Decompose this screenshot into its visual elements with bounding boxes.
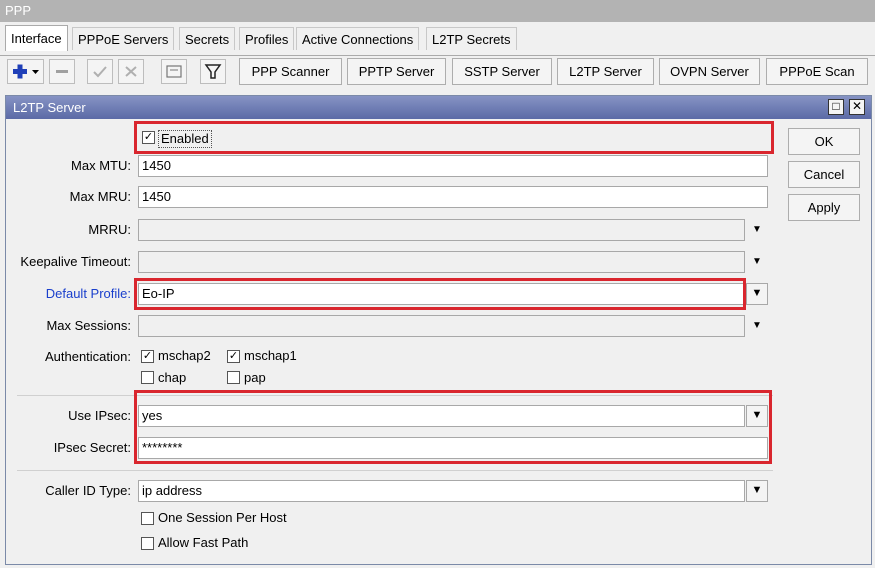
highlight-box	[134, 121, 774, 154]
pap-label: pap	[244, 370, 266, 385]
separator	[17, 470, 773, 471]
mschap1-label: mschap1	[244, 348, 297, 363]
max-mtu-label: Max MTU:	[71, 158, 131, 173]
keepalive-timeout-label: Keepalive Timeout:	[20, 254, 131, 269]
tab-interface[interactable]: Interface	[5, 25, 68, 51]
max-sessions-label: Max Sessions:	[46, 318, 131, 333]
one-session-label: One Session Per Host	[158, 510, 287, 525]
cancel-button[interactable]: Cancel	[788, 161, 860, 188]
mschap1-checkbox[interactable]: ✓	[227, 350, 240, 363]
caller-id-type-label: Caller ID Type:	[45, 483, 131, 498]
keepalive-timeout-input[interactable]	[138, 251, 745, 273]
ppp-scanner-button[interactable]: PPP Scanner	[239, 58, 342, 85]
caller-id-type-select[interactable]: ip address	[138, 480, 745, 502]
mrru-dropdown-icon[interactable]: ▼	[750, 219, 764, 241]
pptp-server-button[interactable]: PPTP Server	[347, 58, 446, 85]
ok-button[interactable]: OK	[788, 128, 860, 155]
close-icon[interactable]: ✕	[849, 99, 865, 115]
pap-checkbox[interactable]	[227, 371, 240, 384]
tab-active-connections[interactable]: Active Connections	[296, 27, 420, 50]
pppoe-scan-button[interactable]: PPPoE Scan	[766, 58, 868, 85]
dialog-title: L2TP Server	[6, 96, 871, 119]
tab-secrets[interactable]: Secrets	[179, 27, 236, 50]
window-title: PPP	[0, 0, 875, 22]
fast-path-checkbox[interactable]	[141, 537, 154, 550]
tab-profiles[interactable]: Profiles	[239, 27, 295, 50]
mschap2-checkbox[interactable]: ✓	[141, 350, 154, 363]
mschap2-label: mschap2	[158, 348, 211, 363]
l2tp-server-button[interactable]: L2TP Server	[557, 58, 654, 85]
default-profile-dropdown-icon[interactable]: ▼	[746, 283, 768, 305]
highlight-box	[134, 390, 772, 464]
apply-button[interactable]: Apply	[788, 194, 860, 221]
ovpn-server-button[interactable]: OVPN Server	[659, 58, 760, 85]
fast-path-label: Allow Fast Path	[158, 535, 249, 550]
max-mru-input[interactable]: 1450	[138, 186, 768, 208]
filter-icon[interactable]	[200, 59, 226, 84]
mrru-input[interactable]	[138, 219, 745, 241]
use-ipsec-label: Use IPsec:	[68, 408, 131, 423]
tab-pppoe-servers[interactable]: PPPoE Servers	[72, 27, 175, 50]
remove-icon[interactable]	[49, 59, 75, 84]
max-sessions-input[interactable]	[138, 315, 745, 337]
add-icon[interactable]	[7, 59, 44, 84]
keepalive-dropdown-icon[interactable]: ▼	[750, 251, 764, 273]
enable-icon[interactable]	[87, 59, 113, 84]
comment-icon[interactable]	[161, 59, 187, 84]
max-mtu-input[interactable]: 1450	[138, 155, 768, 177]
maximize-icon[interactable]: □	[828, 99, 844, 115]
max-mru-label: Max MRU:	[69, 189, 131, 204]
disable-icon[interactable]	[118, 59, 144, 84]
chap-label: chap	[158, 370, 187, 385]
highlight-box	[134, 278, 746, 310]
mrru-label: MRRU:	[88, 222, 131, 237]
tab-bar: Interface PPPoE Servers Secrets Profiles…	[0, 22, 875, 56]
one-session-checkbox[interactable]	[141, 512, 154, 525]
ipsec-secret-label: IPsec Secret:	[53, 440, 131, 455]
max-sessions-dropdown-icon[interactable]: ▼	[750, 315, 764, 337]
authentication-label: Authentication:	[44, 349, 131, 364]
tab-divider	[0, 55, 875, 56]
caller-id-type-dropdown-icon[interactable]: ▼	[746, 480, 768, 502]
sstp-server-button[interactable]: SSTP Server	[452, 58, 552, 85]
tab-l2tp-secrets[interactable]: L2TP Secrets	[426, 27, 517, 50]
chap-checkbox[interactable]	[141, 371, 154, 384]
default-profile-label[interactable]: Default Profile:	[10, 284, 131, 304]
